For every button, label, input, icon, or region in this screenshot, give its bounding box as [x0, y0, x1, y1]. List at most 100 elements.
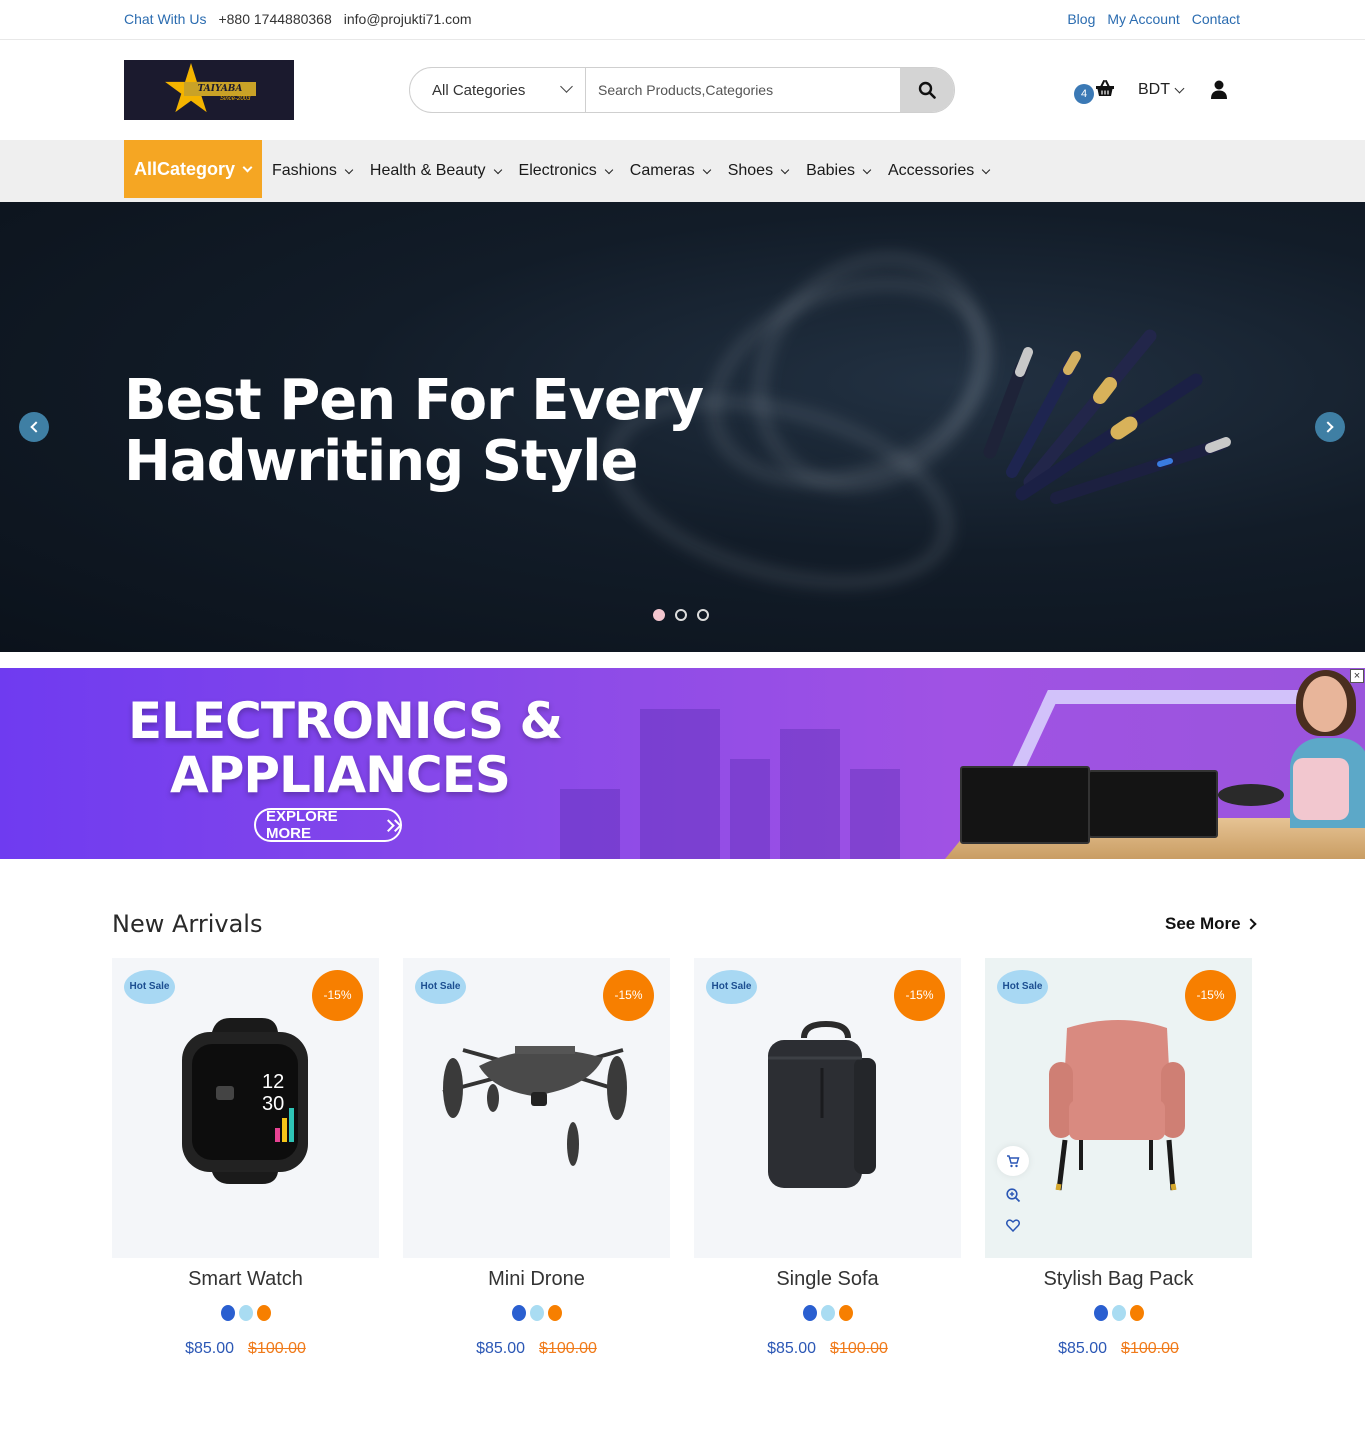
swatch-orange[interactable]	[1129, 1305, 1144, 1321]
product-old-price: $100.00	[539, 1340, 597, 1357]
swatch-blue[interactable]	[511, 1305, 526, 1321]
explore-more-label: EXPLORE MORE	[266, 808, 338, 842]
nav-item-fashions[interactable]: Fashions	[272, 162, 354, 180]
slider-dot-2[interactable]	[675, 609, 687, 621]
contact-link[interactable]: Contact	[1192, 11, 1240, 27]
add-to-cart-button[interactable]	[997, 1146, 1029, 1176]
chevron-down-icon	[242, 162, 253, 173]
nav-item-babies[interactable]: Babies	[806, 162, 872, 180]
banner-title-line-1: ELECTRONICS &	[128, 692, 563, 750]
chat-link[interactable]: Chat With Us	[124, 11, 206, 27]
banner-close-button[interactable]: ×	[1350, 669, 1364, 683]
top-links: Blog My Account Contact	[1067, 11, 1240, 27]
chevron-down-icon	[493, 165, 502, 174]
banner-title-line-2: APPLIANCES	[170, 746, 511, 804]
search-input[interactable]	[586, 68, 900, 112]
city-decoration	[730, 759, 770, 859]
product-image-area[interactable]: Hot Sale -15%	[694, 958, 961, 1258]
slider-next-button[interactable]	[1315, 412, 1345, 442]
product-card[interactable]: Hot Sale -15% Single Sofa $85.00 $100.00	[694, 958, 961, 1358]
heart-icon	[1006, 1218, 1020, 1232]
nav-item-label: Accessories	[888, 162, 975, 179]
swatch-blue[interactable]	[802, 1305, 817, 1321]
quick-view-button[interactable]	[997, 1180, 1029, 1210]
product-price: $85.00	[767, 1340, 817, 1357]
logo-subtext: Since-2003	[220, 96, 251, 102]
cart-count-badge: 4	[1074, 84, 1094, 104]
promo-banner[interactable]: ELECTRONICS & APPLIANCES EXPLORE MORE	[0, 668, 1365, 859]
chevron-down-icon	[1174, 83, 1185, 93]
chevron-down-icon	[780, 165, 790, 174]
price-row: $85.00 $100.00	[112, 1340, 379, 1358]
price-row: $85.00 $100.00	[985, 1340, 1252, 1358]
wishlist-button[interactable]	[997, 1210, 1029, 1240]
all-category-button[interactable]: AllCategory	[124, 140, 262, 198]
city-decoration	[780, 729, 840, 859]
slider-dot-1[interactable]	[653, 609, 665, 621]
swatch-light-blue[interactable]	[820, 1305, 835, 1321]
swatch-blue[interactable]	[1093, 1305, 1108, 1321]
nav-item-accessories[interactable]: Accessories	[888, 162, 991, 180]
slider-prev-button[interactable]	[19, 412, 49, 442]
smart-watch-image: 12 30	[182, 1018, 308, 1184]
swatch-orange[interactable]	[256, 1305, 271, 1321]
account-button[interactable]	[1210, 80, 1228, 105]
currency-value: BDT	[1138, 81, 1170, 98]
nav-item-shoes[interactable]: Shoes	[727, 162, 790, 180]
nav-item-label: Health & Beauty	[369, 162, 486, 179]
product-price: $85.00	[476, 1340, 526, 1357]
explore-more-button[interactable]: EXPLORE MORE	[254, 808, 402, 842]
category-select[interactable]: All Categories	[410, 68, 586, 112]
product-name[interactable]: Smart Watch	[112, 1268, 379, 1291]
backpack-image	[768, 1020, 876, 1188]
swatch-light-blue[interactable]	[1111, 1305, 1126, 1321]
blog-link[interactable]: Blog	[1067, 11, 1095, 27]
woman-apron	[1293, 758, 1349, 820]
currency-select[interactable]: BDT	[1138, 81, 1185, 99]
nav-item-cameras[interactable]: Cameras	[630, 162, 711, 180]
nav-item-health-beauty[interactable]: Health & Beauty	[369, 162, 502, 180]
search-bar: All Categories	[409, 67, 955, 113]
hero-slider: Best Pen For Every Hadwriting Style	[0, 202, 1365, 652]
chevron-down-icon	[560, 80, 573, 93]
product-name[interactable]: Stylish Bag Pack	[985, 1268, 1252, 1291]
product-image-area[interactable]: Hot Sale -15%	[985, 958, 1252, 1258]
microwave-image	[960, 766, 1090, 844]
chevron-left-icon	[30, 421, 42, 433]
chevron-down-icon	[982, 165, 991, 174]
product-name[interactable]: Single Sofa	[694, 1268, 961, 1291]
product-card[interactable]: Hot Sale -15% Mini Drone $85.00 $100.00	[403, 958, 670, 1358]
site-logo[interactable]: TAIYABA Since-2003	[124, 60, 294, 120]
see-more-link[interactable]: See More	[1165, 914, 1257, 934]
product-old-price: $100.00	[1121, 1340, 1179, 1357]
product-image-area[interactable]: Hot Sale -15%	[403, 958, 670, 1258]
swatch-light-blue[interactable]	[529, 1305, 544, 1321]
product-image-area[interactable]: Hot Sale -15% 12 30	[112, 958, 379, 1258]
product-card[interactable]: Hot Sale -15% Stylish Bag Pack $85.00 $1…	[985, 958, 1252, 1358]
product-card[interactable]: Hot Sale -15% 12 30 Smart Watch $85.00 $…	[112, 958, 379, 1358]
swatch-light-blue[interactable]	[238, 1305, 253, 1321]
svg-text:12: 12	[262, 1071, 284, 1093]
nav-item-electronics[interactable]: Electronics	[519, 162, 614, 180]
svg-text:30: 30	[262, 1093, 284, 1115]
product-actions	[997, 1146, 1029, 1240]
nav-item-label: Shoes	[727, 162, 774, 179]
product-price: $85.00	[1058, 1340, 1108, 1357]
swatch-orange[interactable]	[547, 1305, 562, 1321]
hero-title: Best Pen For Every Hadwriting Style	[124, 370, 724, 492]
cart-button[interactable]: 4	[1074, 80, 1118, 106]
slider-dot-3[interactable]	[697, 609, 709, 621]
search-button[interactable]	[900, 68, 954, 112]
swatch-blue[interactable]	[220, 1305, 235, 1321]
chevron-right-icon	[1244, 918, 1257, 930]
zoom-in-icon	[1005, 1187, 1020, 1202]
color-swatches	[985, 1305, 1252, 1321]
banner-title: ELECTRONICS & APPLIANCES	[128, 692, 563, 804]
my-account-link[interactable]: My Account	[1107, 11, 1179, 27]
product-name[interactable]: Mini Drone	[403, 1268, 670, 1291]
basket-icon	[1096, 80, 1114, 96]
chevron-right-icon	[389, 818, 402, 832]
drone-image	[442, 1046, 627, 1166]
swatch-orange[interactable]	[838, 1305, 853, 1321]
logo-text: TAIYABA	[184, 82, 256, 96]
